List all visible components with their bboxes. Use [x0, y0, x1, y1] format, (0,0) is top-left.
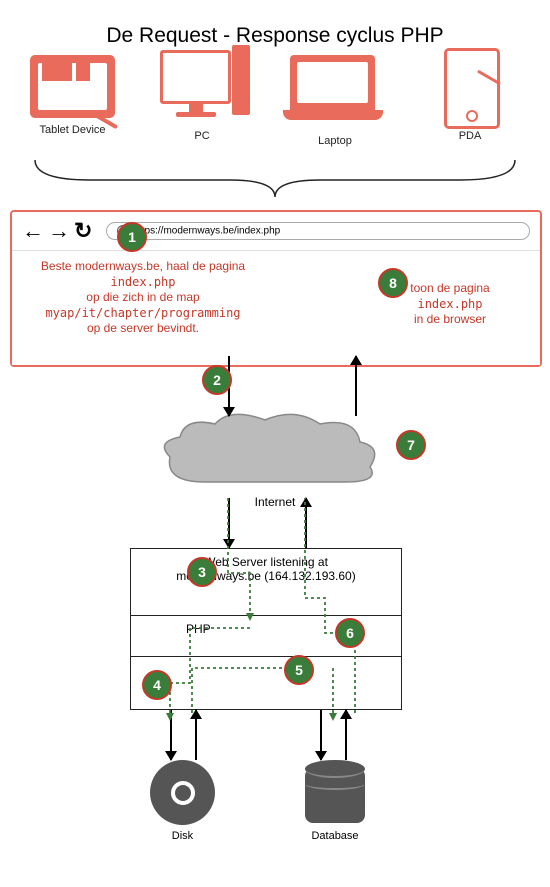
pda-icon: [444, 48, 500, 129]
reload-icon: ↻: [74, 218, 92, 243]
pda-label: PDA: [440, 130, 500, 142]
tablet-label: Tablet Device: [30, 124, 115, 136]
cloud-icon: [155, 412, 385, 497]
step-4: 4: [142, 670, 172, 700]
disk-icon: [150, 760, 215, 825]
diagram-canvas: { "title": "De Request - Response cyclus…: [0, 0, 550, 887]
pc-icon: [160, 50, 231, 117]
arrow-up-1: [355, 356, 357, 416]
database-label: Database: [295, 830, 375, 842]
forward-icon: →: [48, 218, 70, 243]
database-icon: [305, 760, 365, 830]
brace-icon: [30, 155, 520, 200]
step-6: 6: [335, 618, 365, 648]
tablet-device-icon: [30, 55, 115, 118]
browser-body: Beste modernways.be, haal de pagina inde…: [12, 251, 540, 365]
step-3: 3: [187, 557, 217, 587]
laptop-icon: [290, 55, 383, 120]
laptop-label: Laptop: [290, 135, 380, 147]
disk-label: Disk: [150, 830, 215, 842]
nav-icons: ←→↻: [22, 218, 96, 244]
step-5: 5: [284, 655, 314, 685]
diagram-title: De Request - Response cyclus PHP: [0, 24, 550, 48]
step-8: 8: [378, 268, 408, 298]
back-icon: ←: [22, 218, 44, 243]
step-7: 7: [396, 430, 426, 460]
pc-label: PC: [162, 130, 242, 142]
address-bar[interactable]: https://modernways.be/index.php: [106, 222, 530, 240]
step-2: 2: [202, 365, 232, 395]
browser-toolbar: ←→↻ https://modernways.be/index.php: [12, 212, 540, 251]
request-message: Beste modernways.be, haal de pagina inde…: [28, 259, 258, 337]
browser-window: ←→↻ https://modernways.be/index.php Best…: [10, 210, 542, 367]
url-text: https://modernways.be/index.php: [133, 226, 280, 237]
step-1: 1: [117, 222, 147, 252]
